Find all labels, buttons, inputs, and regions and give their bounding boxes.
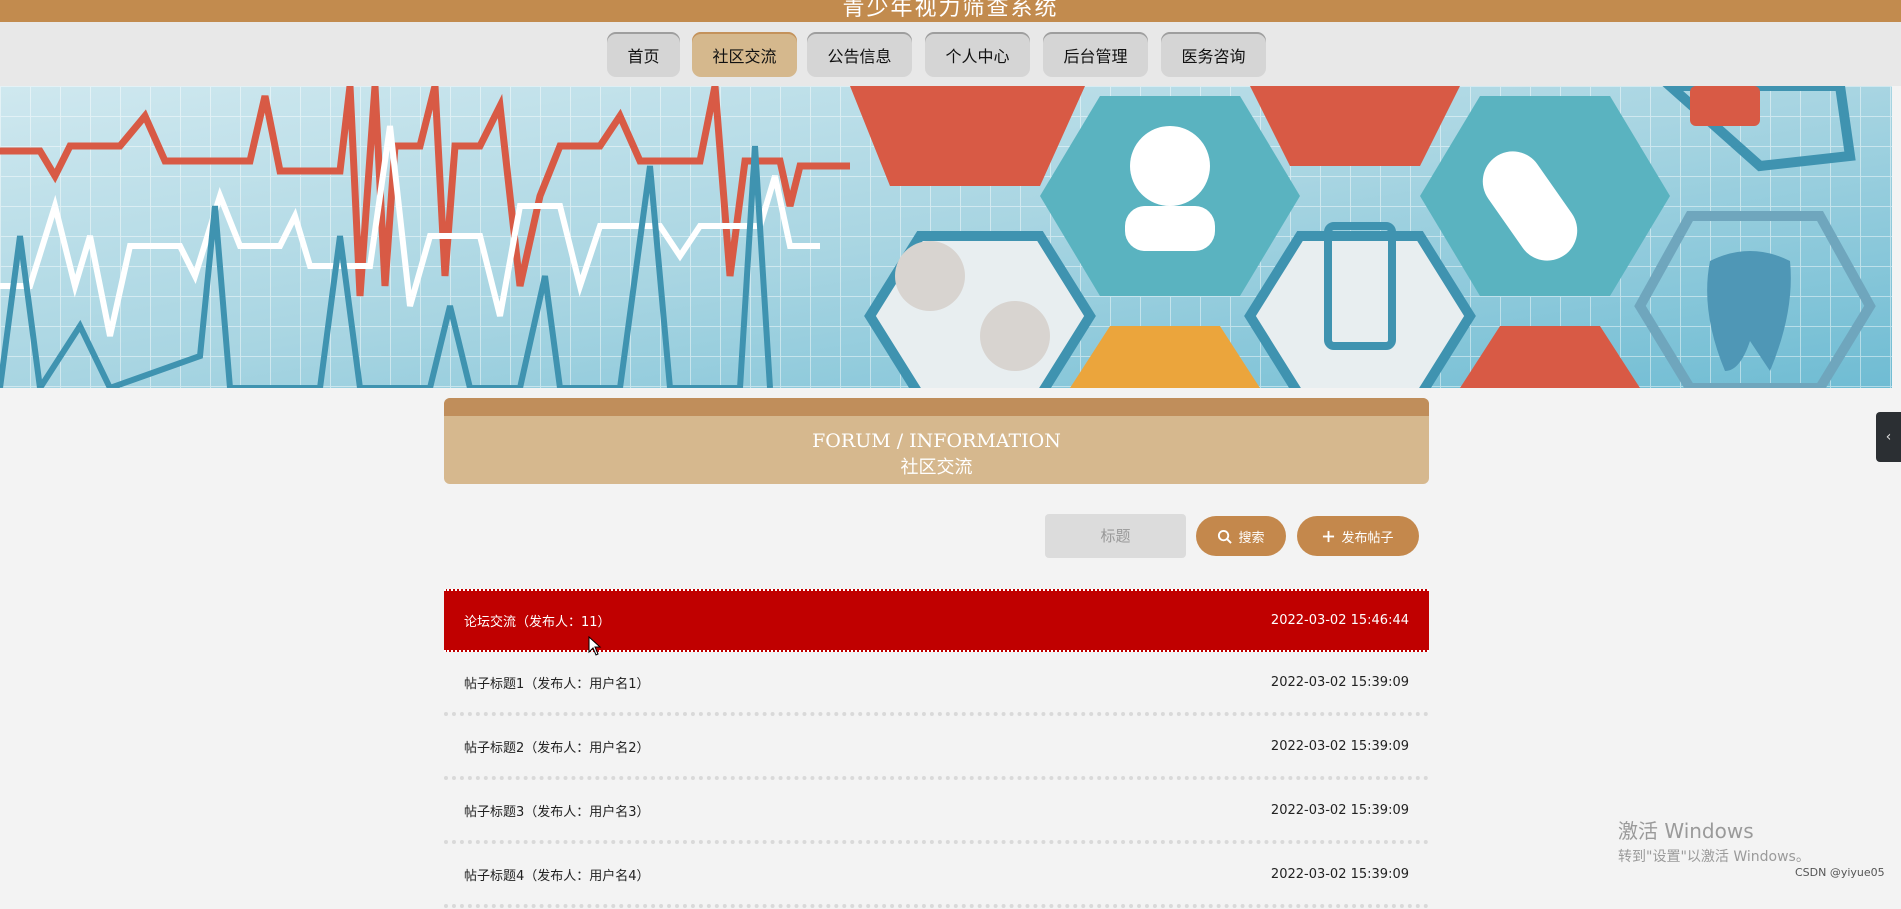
publish-button-label: 发布帖子 xyxy=(1341,530,1394,546)
post-time: 2022-03-02 15:39:09 xyxy=(1270,867,1409,882)
post-time: 2022-03-02 15:46:44 xyxy=(1270,613,1409,628)
watermark-line1: 激活 Windows xyxy=(1618,819,1754,843)
section-title-en: FORUM / INFORMATION xyxy=(812,430,1061,452)
nav-item-announcements[interactable]: 公告信息 xyxy=(807,32,912,77)
post-row[interactable]: 帖子标题3（发布人：用户名3） 2022-03-02 15:39:09 xyxy=(444,781,1429,844)
nav-item-home[interactable]: 首页 xyxy=(607,32,680,77)
post-title: 帖子标题2（发布人：用户名2） xyxy=(464,741,650,756)
chevron-left-icon: ‹ xyxy=(1885,429,1892,445)
post-title: 帖子标题3（发布人：用户名3） xyxy=(464,805,650,820)
main-nav: 首页 社区交流 公告信息 个人中心 后台管理 医务咨询 xyxy=(0,22,1901,86)
site-title: 青少年视力筛查系统 xyxy=(842,0,1059,21)
nav-item-consult[interactable]: 医务咨询 xyxy=(1161,32,1266,77)
watermark-line2: 转到"设置"以激活 Windows。 xyxy=(1618,849,1810,865)
publish-post-button[interactable]: 发布帖子 xyxy=(1297,516,1419,556)
search-icon xyxy=(1218,529,1233,544)
sidebar-collapse-toggle[interactable]: ‹ xyxy=(1876,412,1901,462)
nav-item-forum[interactable]: 社区交流 xyxy=(692,32,797,77)
site-header: 青少年视力筛查系统 xyxy=(0,0,1901,22)
search-button-label: 搜索 xyxy=(1238,530,1265,546)
post-row[interactable]: 帖子标题4（发布人：用户名4） 2022-03-02 15:39:09 xyxy=(444,845,1429,908)
search-button[interactable]: 搜索 xyxy=(1196,516,1286,556)
post-title: 帖子标题4（发布人：用户名4） xyxy=(464,869,650,884)
nav-item-admin[interactable]: 后台管理 xyxy=(1043,32,1148,77)
mouse-cursor-icon xyxy=(588,636,602,656)
banner-illustration xyxy=(0,86,1892,388)
title-search-input[interactable] xyxy=(1045,514,1186,558)
post-row[interactable]: 帖子标题1（发布人：用户名1） 2022-03-02 15:39:09 xyxy=(444,653,1429,716)
section-title-cn: 社区交流 xyxy=(900,457,973,478)
section-header-panel: FORUM / INFORMATION 社区交流 xyxy=(444,398,1429,484)
panel-top-strip xyxy=(444,398,1429,416)
post-title: 帖子标题1（发布人：用户名1） xyxy=(464,677,650,692)
plus-icon xyxy=(1323,530,1335,542)
nav-item-profile[interactable]: 个人中心 xyxy=(925,32,1030,77)
credit-text: CSDN @yiyue05 xyxy=(1795,866,1885,879)
post-time: 2022-03-02 15:39:09 xyxy=(1270,675,1409,690)
windows-activation-watermark: 激活 Windows 转到"设置"以激活 Windows。 xyxy=(1618,815,1810,866)
post-time: 2022-03-02 15:39:09 xyxy=(1270,739,1409,754)
post-title: 论坛交流（发布人：11） xyxy=(464,615,611,630)
post-row[interactable]: 帖子标题2（发布人：用户名2） 2022-03-02 15:39:09 xyxy=(444,717,1429,780)
hero-banner xyxy=(0,86,1892,388)
post-time: 2022-03-02 15:39:09 xyxy=(1270,803,1409,818)
